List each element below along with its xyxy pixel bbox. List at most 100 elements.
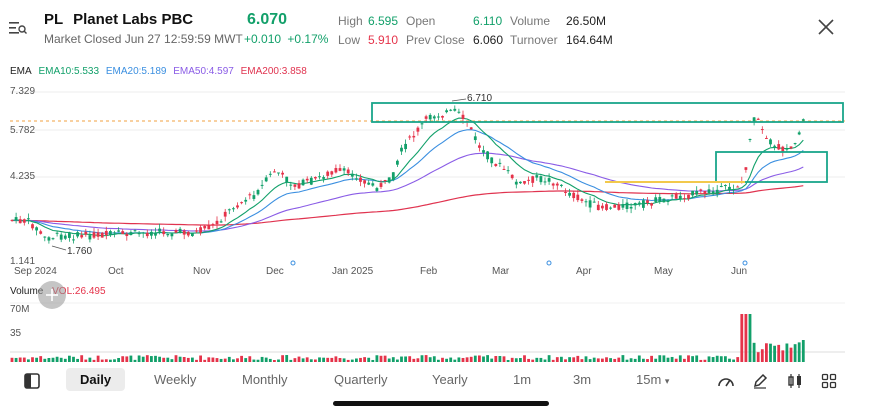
candle xyxy=(547,178,551,182)
candle xyxy=(748,138,752,140)
volume-bar xyxy=(92,359,96,362)
candle xyxy=(150,231,153,236)
volume-bar xyxy=(445,358,448,362)
candle xyxy=(724,185,727,187)
tab-daily[interactable]: Daily xyxy=(66,368,126,391)
candle xyxy=(96,232,100,237)
candle xyxy=(84,231,88,235)
candle xyxy=(273,171,276,173)
volume-bar xyxy=(605,357,608,362)
volume-bar xyxy=(68,355,71,362)
volume-bar xyxy=(490,358,494,362)
candle xyxy=(765,137,768,139)
candle xyxy=(22,219,26,223)
candle xyxy=(531,176,535,183)
candle xyxy=(588,200,592,208)
tab-monthly[interactable]: Monthly xyxy=(242,372,288,387)
volume-bar xyxy=(506,359,510,362)
volume-bar xyxy=(76,358,79,362)
candle xyxy=(596,204,600,211)
candle xyxy=(732,189,735,191)
candle xyxy=(109,231,112,235)
volume-bar xyxy=(650,355,653,362)
candle xyxy=(330,171,334,175)
volume-bar xyxy=(113,359,116,362)
volume-bar xyxy=(543,359,547,362)
candle xyxy=(227,209,231,211)
volume-bar xyxy=(769,343,772,362)
candle xyxy=(182,230,186,235)
candle xyxy=(334,168,338,173)
tab-quarterly[interactable]: Quarterly xyxy=(334,372,387,387)
candle xyxy=(469,127,473,130)
volume-bar xyxy=(305,357,309,362)
candle xyxy=(535,175,539,178)
candle xyxy=(494,163,498,166)
candle xyxy=(424,116,428,119)
candle xyxy=(510,174,514,179)
candle xyxy=(428,114,432,120)
tab-15m-label: 15m xyxy=(636,372,662,387)
candle xyxy=(195,230,198,232)
grid-menu-icon[interactable] xyxy=(821,373,837,389)
candle xyxy=(285,176,289,183)
volume-bar xyxy=(396,359,399,362)
volume-bar xyxy=(527,358,530,362)
candle xyxy=(375,188,379,191)
volume-bar xyxy=(662,355,666,362)
volume-bar xyxy=(531,359,535,362)
volume-bar xyxy=(350,359,354,362)
volume-bar xyxy=(457,357,461,362)
tab-yearly[interactable]: Yearly xyxy=(432,372,468,387)
sidebar-toggle-icon[interactable] xyxy=(24,373,40,389)
volume-bar xyxy=(539,357,543,362)
volume-bar xyxy=(728,358,731,362)
x-tick-label: May xyxy=(654,266,673,277)
volume-bar xyxy=(301,358,305,362)
volume-bar xyxy=(564,359,567,362)
volume-bar xyxy=(514,358,518,362)
draw-pen-icon[interactable] xyxy=(752,373,768,389)
candle xyxy=(568,192,571,196)
volume-bar xyxy=(576,355,580,362)
candle xyxy=(121,231,125,235)
candle xyxy=(617,204,621,210)
gauge-icon[interactable] xyxy=(717,373,735,389)
volume-tick-label: 35 xyxy=(10,328,22,339)
tab-15m[interactable]: 15m ▾ xyxy=(636,372,669,387)
volume-bar xyxy=(223,358,227,362)
candle xyxy=(719,185,723,187)
candle xyxy=(236,205,239,208)
candle xyxy=(309,177,313,185)
candle-style-icon[interactable] xyxy=(787,373,803,389)
candle xyxy=(326,171,330,176)
volume-bar xyxy=(601,358,604,362)
candle xyxy=(387,177,391,183)
volume-bar xyxy=(121,356,125,362)
tab-1m[interactable]: 1m xyxy=(513,372,531,387)
tab-3m[interactable]: 3m xyxy=(573,372,591,387)
price-chart[interactable] xyxy=(0,0,896,414)
candle xyxy=(133,230,137,232)
candle xyxy=(18,219,22,224)
volume-bar xyxy=(334,356,338,362)
volume-bar xyxy=(367,357,371,362)
candle xyxy=(55,232,59,234)
event-dot xyxy=(546,260,552,266)
candle xyxy=(35,227,38,231)
candle xyxy=(166,233,170,236)
volume-bar xyxy=(547,355,551,362)
candle xyxy=(432,116,436,119)
crosshair-handle[interactable] xyxy=(38,281,66,309)
volume-bar xyxy=(285,355,289,362)
tab-weekly[interactable]: Weekly xyxy=(154,372,196,387)
volume-bar xyxy=(203,359,207,362)
candle xyxy=(609,207,612,209)
volume-bar xyxy=(379,355,383,362)
volume-bar xyxy=(182,357,186,362)
volume-bar xyxy=(31,357,34,362)
candle xyxy=(158,228,161,232)
volume-bar xyxy=(781,350,785,362)
candle xyxy=(416,127,420,132)
volume-bar xyxy=(80,355,84,362)
